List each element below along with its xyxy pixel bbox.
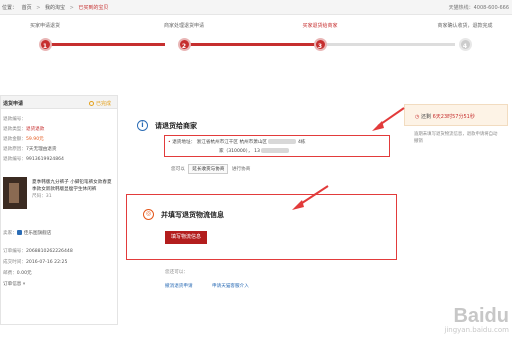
watermark-logo: Baidu [453, 305, 509, 327]
arrow-head [292, 200, 304, 210]
baidu-watermark: Baidu jingyan.baidu.com [444, 306, 509, 334]
annotation-arrows [292, 107, 405, 210]
watermark-url: jingyan.baidu.com [444, 326, 509, 334]
arrow-line [298, 185, 329, 206]
arrow-head [372, 121, 384, 131]
